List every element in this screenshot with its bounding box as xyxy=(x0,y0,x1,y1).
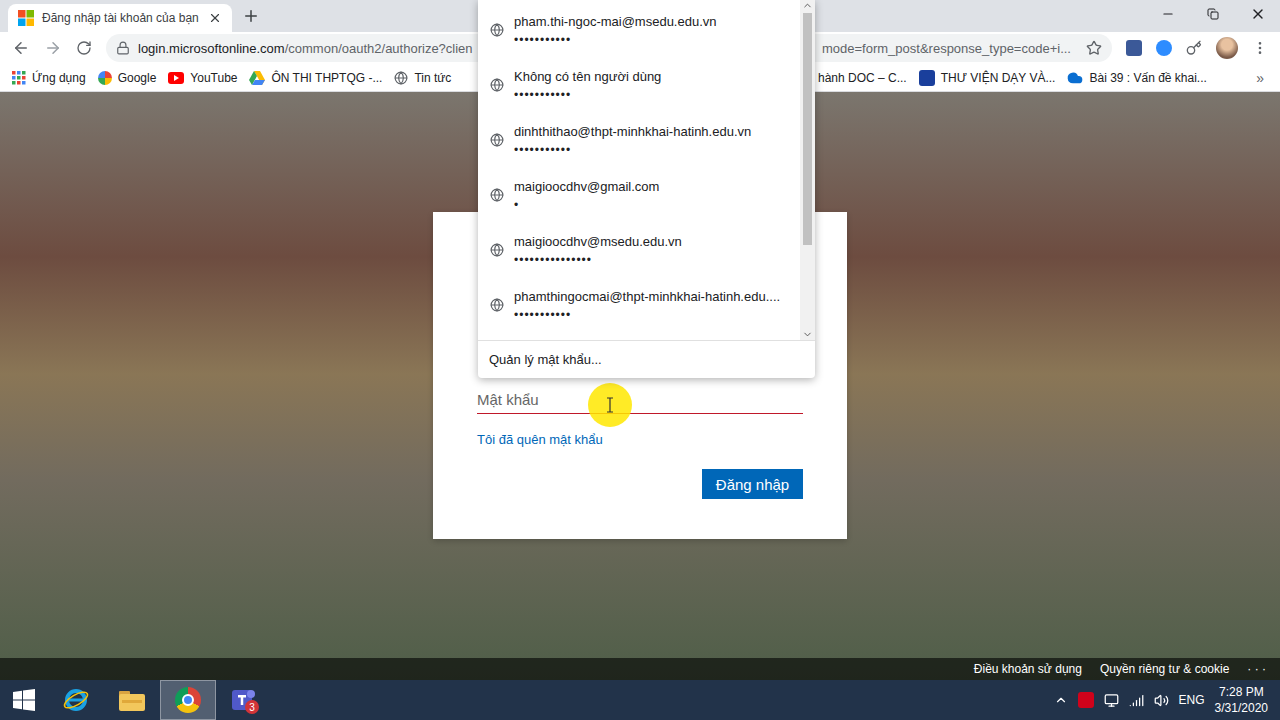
minimize-icon xyxy=(1161,7,1175,21)
close-button[interactable] xyxy=(1235,0,1280,28)
browser-tab[interactable]: Đăng nhập tài khoản của bạn xyxy=(8,4,232,32)
scroll-thumb[interactable] xyxy=(803,13,812,245)
system-tray: ENG 7:28 PM3/31/2020 xyxy=(1054,684,1280,716)
bookmark[interactable]: THƯ VIỆN DẠY VÀ... xyxy=(919,70,1056,86)
new-tab-button[interactable] xyxy=(242,7,260,25)
forward-icon[interactable] xyxy=(44,39,62,57)
saved-passwords-menu: pham.thi-ngoc-mai@msedu.edu.vn••••••••••… xyxy=(478,0,815,378)
bookmark[interactable]: Ứng dụng xyxy=(12,71,86,85)
saved-password-item[interactable]: phamthingocmai@thpt-minhkhai-hatinh.edu.… xyxy=(478,277,800,332)
lock-icon xyxy=(116,41,130,55)
restore-button[interactable] xyxy=(1190,0,1235,28)
site-icon xyxy=(919,70,935,86)
signal-icon[interactable] xyxy=(1129,693,1144,708)
saved-password-item[interactable]: Không có tên người dùng••••••••••• xyxy=(478,57,800,112)
facebook-icon[interactable] xyxy=(1126,40,1142,56)
taskbar-app[interactable] xyxy=(160,680,216,720)
bookmark[interactable]: YouTube xyxy=(168,71,237,85)
globe-icon xyxy=(490,188,504,202)
cloud-icon xyxy=(1067,70,1083,86)
bookmark[interactable]: Google xyxy=(98,71,157,85)
tab-title: Đăng nhập tài khoản của bạn xyxy=(42,11,200,25)
apps-icon xyxy=(12,71,26,85)
windows-icon xyxy=(13,689,35,711)
password-field[interactable] xyxy=(477,386,803,414)
zoom-icon[interactable] xyxy=(1156,40,1172,56)
language-indicator[interactable]: ENG xyxy=(1179,693,1205,707)
bookmark[interactable]: hành DOC – C... xyxy=(818,71,907,85)
taskbar-app[interactable] xyxy=(48,680,104,720)
footer-link[interactable]: · · · xyxy=(1247,662,1266,676)
key-icon[interactable] xyxy=(1186,40,1202,56)
sign-in-button[interactable]: Đăng nhập xyxy=(702,469,803,499)
scroll-down-icon[interactable] xyxy=(802,329,813,340)
folder-icon xyxy=(118,688,146,712)
screen: Đăng nhập tài khoản của bạn login.microso… xyxy=(0,0,1280,720)
globe-icon xyxy=(490,298,504,312)
bookmarks-more[interactable]: » xyxy=(1256,70,1280,86)
youtube-icon xyxy=(168,72,184,84)
globe-icon xyxy=(394,71,408,85)
profile-avatar[interactable] xyxy=(1216,37,1238,59)
google-icon xyxy=(98,71,112,85)
show-hidden-icon[interactable] xyxy=(1054,693,1068,707)
restore-icon xyxy=(1207,8,1219,20)
saved-password-item[interactable]: maigioocdhv@msedu.edu.vn••••••••••••••• xyxy=(478,222,800,277)
chrome-icon xyxy=(175,687,201,713)
saved-password-item[interactable]: maigioocdhv@gmail.com• xyxy=(478,167,800,222)
network-icon[interactable] xyxy=(1104,693,1119,708)
start-button[interactable] xyxy=(0,680,48,720)
volume-icon[interactable] xyxy=(1154,693,1169,708)
scrollbar[interactable] xyxy=(800,0,815,340)
footer-link[interactable]: Điều khoản sử dụng xyxy=(974,662,1082,676)
saved-password-item[interactable]: pham.thi-ngoc-mai@msedu.edu.vn••••••••••… xyxy=(478,2,800,57)
minimize-button[interactable] xyxy=(1145,0,1190,28)
url-text: login.microsoftonline.com/common/oauth2/… xyxy=(138,41,482,56)
taskbar: 3 ENG 7:28 PM3/31/2020 xyxy=(0,680,1280,720)
bookmark[interactable]: Tin tức xyxy=(394,71,451,85)
bookmark[interactable]: Bài 39 : Vấn đề khai... xyxy=(1067,70,1206,86)
bookmark[interactable]: ÔN THI THPTQG -... xyxy=(249,71,382,85)
drive-icon xyxy=(249,71,265,85)
globe-icon xyxy=(490,133,504,147)
globe-icon xyxy=(490,243,504,257)
globe-icon xyxy=(490,78,504,92)
clock[interactable]: 7:28 PM3/31/2020 xyxy=(1215,684,1268,716)
manage-passwords[interactable]: Quản lý mật khẩu... xyxy=(478,340,815,378)
saved-password-item[interactable]: dinhthithao@thpt-minhkhai-hatinh.edu.vn•… xyxy=(478,112,800,167)
url-tail: mode=form_post&response_type=code+i... xyxy=(822,41,1078,56)
window-controls xyxy=(1145,0,1280,28)
close-icon[interactable] xyxy=(208,11,222,25)
reload-icon[interactable] xyxy=(76,40,92,56)
back-icon[interactable] xyxy=(12,39,30,57)
microsoft-icon xyxy=(18,10,34,26)
taskbar-app[interactable] xyxy=(104,680,160,720)
star-icon[interactable] xyxy=(1086,40,1102,56)
notification-badge: 3 xyxy=(245,700,259,714)
footer-bar: Điều khoản sử dụng Quyền riêng tư & cooki… xyxy=(0,658,1280,680)
close-icon xyxy=(1250,6,1266,22)
scroll-up-icon[interactable] xyxy=(802,0,813,11)
globe-icon xyxy=(490,23,504,37)
internet-explorer-icon xyxy=(62,686,90,714)
footer-link[interactable]: Quyền riêng tư & cookie xyxy=(1100,662,1229,676)
plus-icon xyxy=(242,7,260,25)
cursor-highlight xyxy=(588,383,632,427)
text-cursor-icon xyxy=(605,397,615,413)
antivirus-icon[interactable] xyxy=(1078,692,1094,708)
menu-icon[interactable] xyxy=(1252,40,1268,56)
forgot-password-link[interactable]: Tôi đã quên mật khẩu xyxy=(477,432,803,447)
taskbar-app[interactable]: 3 xyxy=(216,680,272,720)
